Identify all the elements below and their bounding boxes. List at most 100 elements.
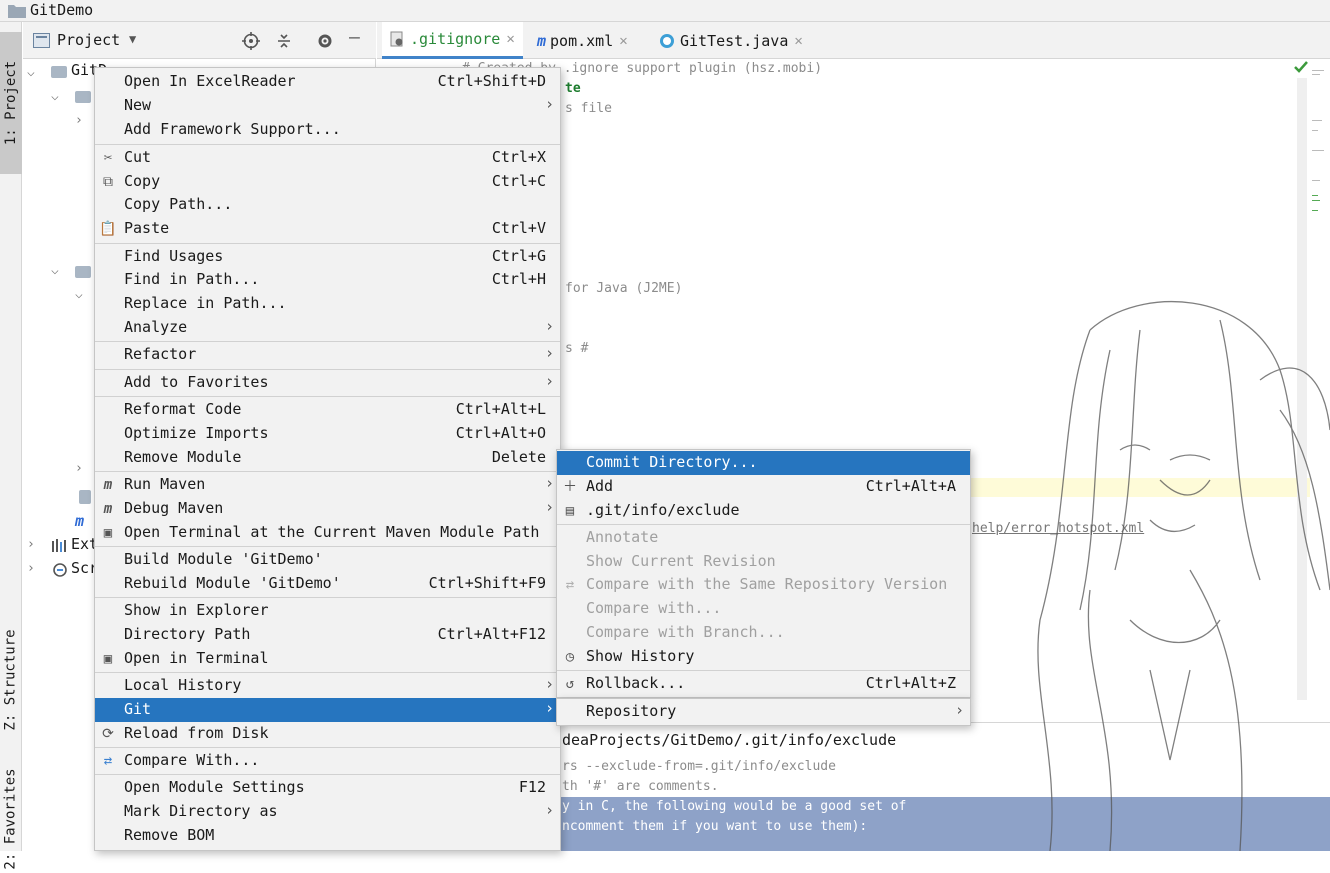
chevron-down-icon[interactable]: ⌵ (51, 263, 59, 278)
clock-icon: ◷ (565, 649, 575, 665)
chevron-right-icon[interactable]: › (27, 561, 35, 576)
menu-item-open-in-terminal[interactable]: ▣ Open in Terminal (95, 647, 560, 671)
checkmark-icon (1294, 61, 1308, 73)
menu-item-git-exclude[interactable]: ▤ .git/info/exclude (557, 499, 970, 523)
tab-gitignore[interactable]: .gitignore ✕ (382, 22, 523, 59)
project-folder-icon (8, 5, 26, 18)
menu-item-add-to-favorites[interactable]: Add to Favorites › (95, 371, 560, 395)
chevron-down-icon[interactable]: ⌵ (27, 65, 35, 80)
editor-line: for Java (J2ME) (565, 281, 683, 296)
project-view-icon (33, 33, 50, 48)
menu-item-open-in-excelreader[interactable]: Open In ExcelReader Ctrl+Shift+D (95, 70, 560, 94)
chevron-down-icon[interactable]: ⌵ (51, 89, 59, 104)
chevron-right-icon: › (544, 344, 554, 362)
menu-separator (95, 369, 560, 370)
menu-separator (95, 144, 560, 145)
menu-separator (557, 524, 970, 525)
menu-item-replace-in-path[interactable]: Replace in Path... (95, 292, 560, 316)
menu-item-paste[interactable]: 📋 Paste Ctrl+V (95, 217, 560, 241)
project-tool-tab[interactable]: 1: Project (0, 32, 22, 174)
menu-item-refactor[interactable]: Refactor › (95, 343, 560, 367)
chevron-right-icon[interactable]: › (75, 461, 83, 476)
menu-item-annotate[interactable]: Annotate (557, 526, 970, 550)
menu-separator (557, 670, 970, 671)
menu-item-find-in-path[interactable]: Find in Path... Ctrl+H (95, 268, 560, 292)
menu-item-cut[interactable]: ✂ Cut Ctrl+X (95, 146, 560, 170)
menu-item-remove-bom[interactable]: Remove BOM (95, 824, 560, 848)
project-panel-title[interactable]: Project (57, 31, 120, 49)
menu-separator (95, 341, 560, 342)
menu-item-add-framework-support[interactable]: Add Framework Support... (95, 118, 560, 142)
menu-item-repository[interactable]: Repository › (557, 700, 970, 724)
module-folder-icon (51, 66, 67, 78)
menu-item-compare-same-repo[interactable]: ⇄ Compare with the Same Repository Versio… (557, 573, 970, 597)
close-icon[interactable]: ✕ (619, 33, 627, 49)
favorites-tool-tab[interactable]: 2: Favorites (0, 764, 22, 873)
menu-item-git[interactable]: Git › (95, 698, 560, 722)
menu-separator (95, 747, 560, 748)
menu-item-compare-with[interactable]: Compare with... (557, 597, 970, 621)
menu-item-commit-directory[interactable]: Commit Directory... (557, 451, 970, 475)
menu-item-find-usages[interactable]: Find Usages Ctrl+G (95, 245, 560, 269)
maven-debug-icon: m (103, 501, 113, 517)
menu-item-show-history[interactable]: ◷ Show History (557, 645, 970, 669)
menu-item-directory-path[interactable]: Directory Path Ctrl+Alt+F12 (95, 623, 560, 647)
menu-item-copy-path[interactable]: Copy Path... (95, 193, 560, 217)
gear-icon[interactable] (316, 32, 334, 50)
menu-separator (95, 396, 560, 397)
chevron-right-icon[interactable]: › (27, 537, 35, 552)
structure-tool-tab[interactable]: Z: Structure (0, 617, 22, 742)
maven-file-icon: m (537, 31, 547, 50)
editor-line: s # (565, 341, 589, 356)
chevron-down-icon[interactable]: ⌵ (75, 287, 83, 302)
libraries-icon (52, 539, 66, 552)
plus-icon: ＋ (563, 479, 577, 495)
git-submenu: Commit Directory... ＋ Add Ctrl+Alt+A ▤ .git… (556, 449, 971, 698)
menu-separator (95, 546, 560, 547)
menu-separator (95, 672, 560, 673)
menu-item-reload-from-disk[interactable]: ⟳ Reload from Disk (95, 722, 560, 746)
menu-item-optimize-imports[interactable]: Optimize Imports Ctrl+Alt+O (95, 422, 560, 446)
gitignore-file-icon (79, 490, 91, 504)
maven-run-icon: m (103, 477, 113, 493)
menu-item-mark-directory-as[interactable]: Mark Directory as › (95, 800, 560, 824)
menu-item-copy[interactable]: ⧉ Copy Ctrl+C (95, 170, 560, 194)
rollback-icon: ↺ (565, 676, 575, 692)
menu-item-new[interactable]: New › (95, 94, 560, 118)
minimize-icon[interactable]: — (349, 27, 360, 48)
menu-item-rebuild-module[interactable]: Rebuild Module 'GitDemo' Ctrl+Shift+F9 (95, 572, 560, 596)
tab-pom-xml[interactable]: m pom.xml ✕ (529, 22, 636, 59)
chevron-down-icon[interactable]: ▼ (129, 32, 136, 46)
terminal-icon: ▣ (103, 651, 113, 667)
locate-icon[interactable] (242, 32, 260, 50)
menu-item-git-add[interactable]: ＋ Add Ctrl+Alt+A (557, 475, 970, 499)
collapse-all-icon[interactable] (275, 32, 293, 50)
menu-item-show-in-explorer[interactable]: Show in Explorer (95, 599, 560, 623)
menu-item-local-history[interactable]: Local History › (95, 674, 560, 698)
menu-item-show-current-revision[interactable]: Show Current Revision (557, 550, 970, 574)
gitignore-file-icon (390, 31, 403, 47)
menu-item-open-module-settings[interactable]: Open Module Settings F12 (95, 776, 560, 800)
menu-item-compare-with-branch[interactable]: Compare with Branch... (557, 621, 970, 645)
git-submenu-repository-row: Repository › (556, 698, 971, 726)
preview-line: rs --exclude-from=.git/info/exclude (562, 759, 836, 774)
chevron-right-icon[interactable]: › (75, 113, 83, 128)
menu-item-analyze[interactable]: Analyze › (95, 316, 560, 340)
menu-item-reformat-code[interactable]: Reformat Code Ctrl+Alt+L (95, 398, 560, 422)
preview-line: y in C, the following would be a good se… (562, 799, 907, 814)
menu-item-compare-with[interactable]: ⇄ Compare With... (95, 749, 560, 773)
minimap-icon (1312, 70, 1324, 211)
menu-item-open-terminal-maven[interactable]: ▣ Open Terminal at the Current Maven Modu… (95, 521, 560, 545)
tab-gittest-java[interactable]: GitTest.java ✕ (651, 22, 811, 59)
close-icon[interactable]: ✕ (506, 31, 514, 47)
chevron-right-icon: › (544, 699, 554, 717)
menu-item-debug-maven[interactable]: m Debug Maven › (95, 497, 560, 521)
menu-item-run-maven[interactable]: m Run Maven › (95, 473, 560, 497)
maven-terminal-icon: ▣ (103, 525, 113, 541)
compare-icon: ⇄ (103, 753, 113, 769)
chevron-right-icon: › (544, 801, 554, 819)
menu-item-remove-module[interactable]: Remove Module Delete (95, 446, 560, 470)
menu-item-rollback[interactable]: ↺ Rollback... Ctrl+Alt+Z (557, 672, 970, 696)
menu-item-build-module[interactable]: Build Module 'GitDemo' (95, 548, 560, 572)
close-icon[interactable]: ✕ (794, 33, 802, 49)
